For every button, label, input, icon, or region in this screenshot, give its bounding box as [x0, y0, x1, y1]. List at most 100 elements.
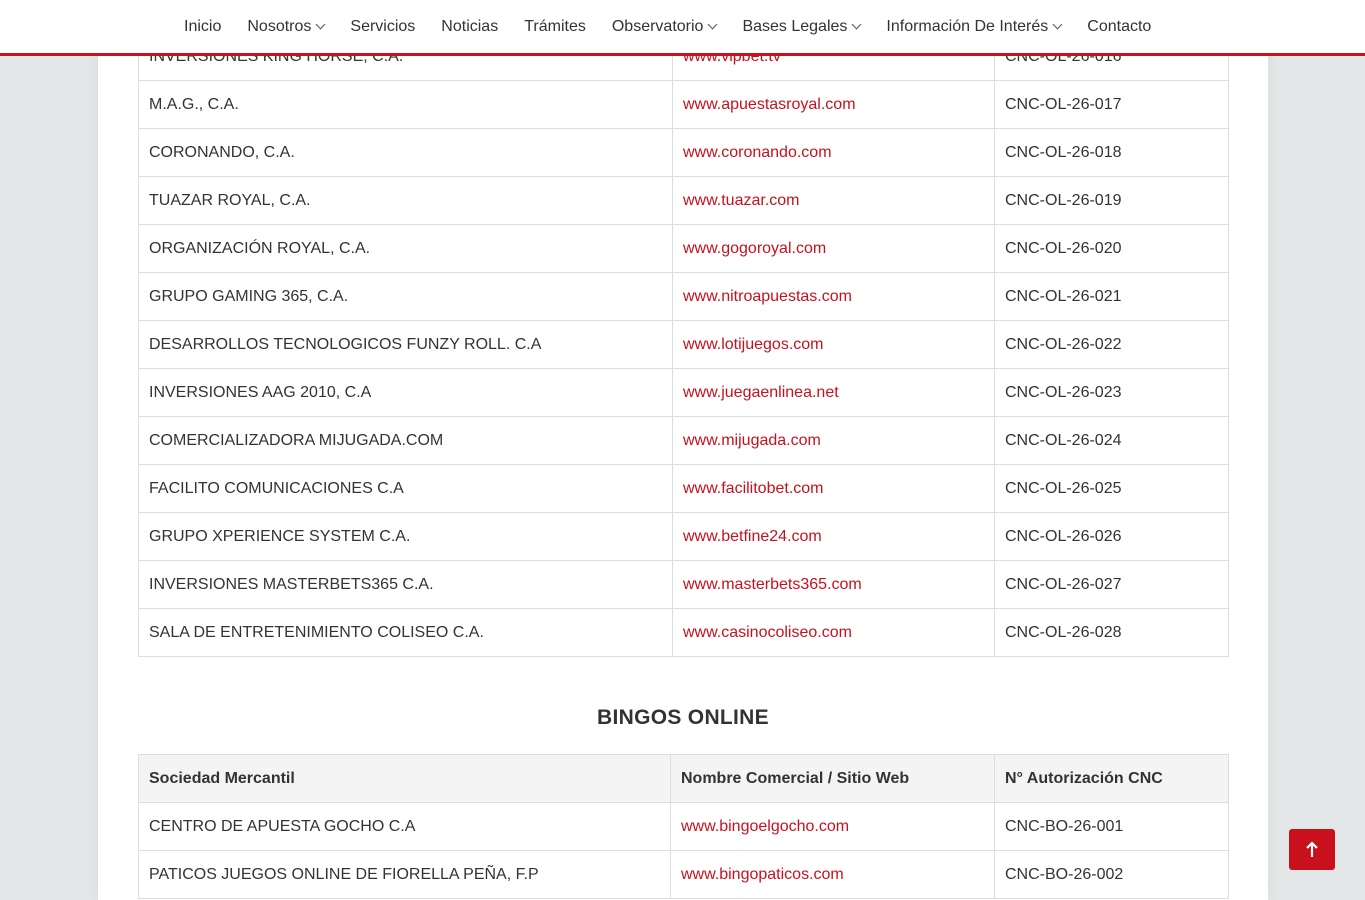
- authorization-cell: CNC-OL-26-023: [994, 368, 1229, 417]
- nav-item-label: Observatorio: [611, 17, 704, 35]
- nav-item-servicios[interactable]: Servicios: [350, 18, 415, 36]
- table-row: GRUPO XPERIENCE SYSTEM C.A. www.betfine24…: [138, 512, 1229, 561]
- website-cell: www.masterbets365.com: [672, 560, 995, 609]
- table-row: CENTRO DE APUESTA GOCHO C.A www.bingoelgo…: [138, 802, 1229, 851]
- company-name-cell: M.A.G., C.A.: [138, 80, 673, 129]
- table-row: DESARROLLOS TECNOLOGICOS FUNZY ROLL. C.A…: [138, 320, 1229, 369]
- authorization-cell: CNC-OL-26-027: [994, 560, 1229, 609]
- table-row: ORGANIZACIÓN ROYAL, C.A. www.gogoroyal.co…: [138, 224, 1229, 273]
- nav-item-label: Servicios: [350, 17, 416, 35]
- website-link[interactable]: www.masterbets365.com: [683, 576, 862, 593]
- table-row: INVERSIONES AAG 2010, C.A www.juegaenline…: [138, 368, 1229, 417]
- website-cell: www.nitroapuestas.com: [672, 272, 995, 321]
- authorization-cell: CNC-BO-26-001: [994, 802, 1229, 851]
- chevron-down-icon: [851, 19, 862, 30]
- nav-item-informacion-de-interes[interactable]: Información De Interés: [886, 17, 1063, 36]
- website-cell: www.juegaenlinea.net: [672, 368, 995, 417]
- nav-item-label: Bases Legales: [742, 17, 848, 35]
- company-name-cell: TUAZAR ROYAL, C.A.: [138, 176, 673, 225]
- nav-item-contacto[interactable]: Contacto: [1087, 18, 1151, 36]
- nav-item-label: Trámites: [524, 17, 586, 35]
- authorization-cell: CNC-BO-26-002: [994, 850, 1229, 899]
- table-row: SALA DE ENTRETENIMIENTO COLISEO C.A. www.…: [138, 608, 1229, 657]
- website-cell: www.coronando.com: [672, 128, 995, 177]
- website-link[interactable]: www.betfine24.com: [683, 528, 822, 545]
- nav-item-label: Contacto: [1087, 17, 1152, 35]
- header-authorization: N° Autorización CNC: [994, 754, 1229, 803]
- company-name-cell: PATICOS JUEGOS ONLINE DE FIORELLA PEÑA, …: [138, 850, 671, 899]
- company-name-cell: FACILITO COMUNICACIONES C.A: [138, 464, 673, 513]
- table-row: TUAZAR ROYAL, C.A. www.tuazar.com CNC-OL-2…: [138, 176, 1229, 225]
- authorization-cell: CNC-OL-26-028: [994, 608, 1229, 657]
- arrow-up-icon: [1306, 841, 1318, 857]
- authorization-cell: CNC-OL-26-017: [994, 80, 1229, 129]
- header-website: Nombre Comercial / Sitio Web: [670, 754, 995, 803]
- nav-item-tramites[interactable]: Trámites: [524, 18, 586, 36]
- scroll-to-top-button[interactable]: [1289, 829, 1335, 870]
- bingos-table: Sociedad Mercantil Nombre Comercial / Si…: [138, 754, 1229, 899]
- table-row: COMERCIALIZADORA MIJUGADA.COM www.mijugad…: [138, 416, 1229, 465]
- table-row: CORONANDO, C.A. www.coronando.com CNC-OL-2…: [138, 128, 1229, 177]
- company-name-cell: COMERCIALIZADORA MIJUGADA.COM: [138, 416, 673, 465]
- website-link[interactable]: www.apuestasroyal.com: [683, 96, 856, 113]
- table-row: M.A.G., C.A. www.apuestasroyal.com CNC-OL-…: [138, 80, 1229, 129]
- page: Inicio Nosotros Servicios Noticias Trámites O…: [0, 0, 1365, 900]
- website-cell: www.facilitobet.com: [672, 464, 995, 513]
- nav-item-label: Información De Interés: [886, 17, 1049, 35]
- website-link[interactable]: www.nitroapuestas.com: [683, 288, 852, 305]
- nav-item-observatorio[interactable]: Observatorio: [611, 17, 718, 36]
- company-name-cell: SALA DE ENTRETENIMIENTO COLISEO C.A.: [138, 608, 673, 657]
- website-link[interactable]: www.coronando.com: [683, 144, 832, 161]
- authorization-cell: CNC-OL-26-021: [994, 272, 1229, 321]
- table-row: GRUPO GAMING 365, C.A. www.nitroapuestas.…: [138, 272, 1229, 321]
- authorization-cell: CNC-OL-26-022: [994, 320, 1229, 369]
- website-link[interactable]: www.bingopaticos.com: [681, 866, 844, 883]
- nav-item-label: Nosotros: [247, 17, 312, 35]
- nav-item-label: Noticias: [441, 17, 499, 35]
- nav-item-inicio[interactable]: Inicio: [184, 18, 221, 36]
- website-link[interactable]: www.facilitobet.com: [683, 480, 824, 497]
- nav-item-bases-legales[interactable]: Bases Legales: [742, 17, 862, 36]
- nav-item-nosotros[interactable]: Nosotros: [247, 17, 326, 36]
- website-cell: www.mijugada.com: [672, 416, 995, 465]
- website-cell: www.bingoelgocho.com: [670, 802, 995, 851]
- table-row: FACILITO COMUNICACIONES C.A www.facilitob…: [138, 464, 1229, 513]
- table-row: PATICOS JUEGOS ONLINE DE FIORELLA PEÑA, …: [138, 850, 1229, 899]
- company-name-cell: GRUPO GAMING 365, C.A.: [138, 272, 673, 321]
- company-name-cell: CENTRO DE APUESTA GOCHO C.A: [138, 802, 671, 851]
- authorization-cell: CNC-OL-26-019: [994, 176, 1229, 225]
- company-name-cell: CORONANDO, C.A.: [138, 128, 673, 177]
- website-cell: www.lotijuegos.com: [672, 320, 995, 369]
- authorization-cell: CNC-OL-26-024: [994, 416, 1229, 465]
- section-title-bingos: BINGOS ONLINE: [597, 706, 769, 729]
- website-link[interactable]: www.mijugada.com: [683, 432, 821, 449]
- website-cell: www.apuestasroyal.com: [672, 80, 995, 129]
- website-cell: www.betfine24.com: [672, 512, 995, 561]
- chevron-down-icon: [707, 19, 718, 30]
- website-link[interactable]: www.casinocoliseo.com: [683, 624, 852, 641]
- chevron-down-icon: [1052, 19, 1063, 30]
- website-link[interactable]: www.tuazar.com: [683, 192, 799, 209]
- top-navbar: Inicio Nosotros Servicios Noticias Trámites O…: [0, 0, 1365, 56]
- company-name-cell: GRUPO XPERIENCE SYSTEM C.A.: [138, 512, 673, 561]
- nav-menu: Inicio Nosotros Servicios Noticias Trámites O…: [184, 0, 1151, 53]
- authorization-cell: CNC-OL-26-025: [994, 464, 1229, 513]
- chevron-down-icon: [315, 19, 326, 30]
- website-link[interactable]: www.lotijuegos.com: [683, 336, 824, 353]
- company-name-cell: DESARROLLOS TECNOLOGICOS FUNZY ROLL. C.A: [138, 320, 673, 369]
- company-name-cell: INVERSIONES MASTERBETS365 C.A.: [138, 560, 673, 609]
- website-link[interactable]: www.juegaenlinea.net: [683, 384, 839, 401]
- nav-item-noticias[interactable]: Noticias: [441, 18, 498, 36]
- company-name-cell: INVERSIONES AAG 2010, C.A: [138, 368, 673, 417]
- table-header-row: Sociedad Mercantil Nombre Comercial / Si…: [138, 754, 1229, 803]
- nav-item-label: Inicio: [184, 17, 222, 35]
- online-operators-table: INVERSIONES KING HORSE, C.A. www.vipbet.t…: [138, 32, 1229, 657]
- website-link[interactable]: www.bingoelgocho.com: [681, 818, 849, 835]
- website-link[interactable]: www.gogoroyal.com: [683, 240, 826, 257]
- company-name-cell: ORGANIZACIÓN ROYAL, C.A.: [138, 224, 673, 273]
- website-cell: www.bingopaticos.com: [670, 850, 995, 899]
- website-cell: www.gogoroyal.com: [672, 224, 995, 273]
- website-cell: www.tuazar.com: [672, 176, 995, 225]
- authorization-cell: CNC-OL-26-026: [994, 512, 1229, 561]
- header-company: Sociedad Mercantil: [138, 754, 671, 803]
